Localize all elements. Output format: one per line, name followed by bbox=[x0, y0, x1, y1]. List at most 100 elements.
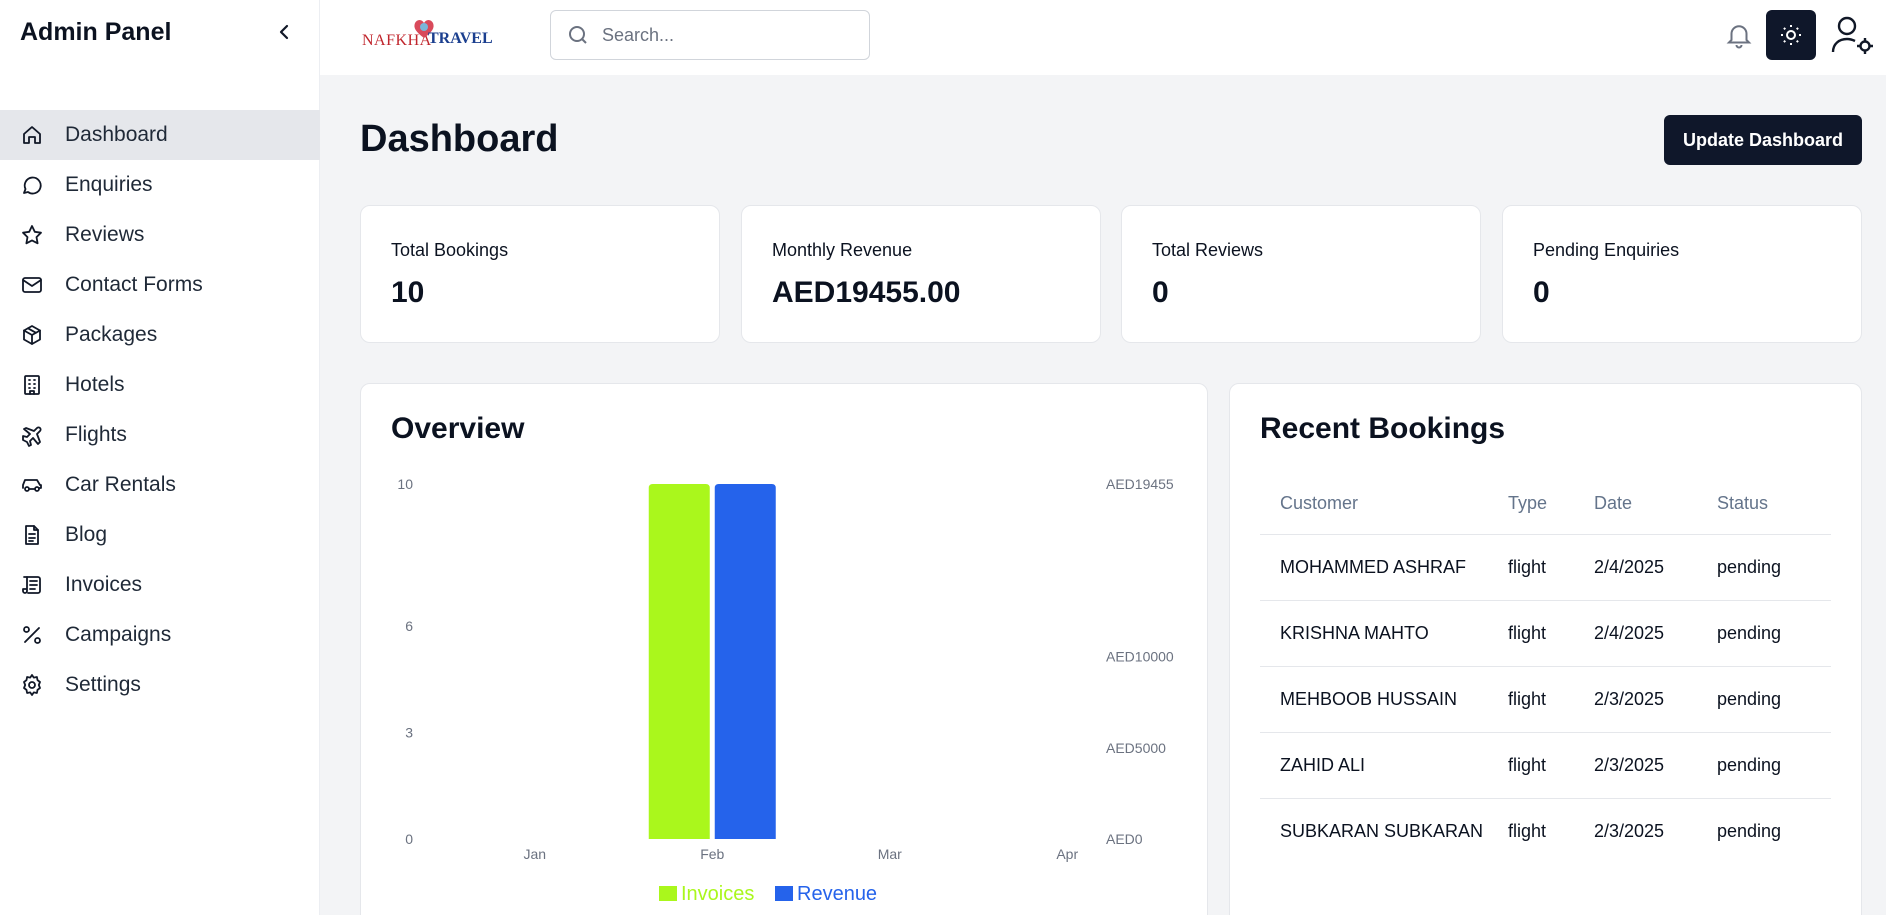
customer-cell: MOHAMMED ASHRAF bbox=[1260, 534, 1508, 601]
status-cell: pending bbox=[1717, 534, 1831, 601]
user-gear-icon bbox=[1831, 16, 1873, 54]
x-axis-tick-label: Apr bbox=[1056, 846, 1078, 862]
recent-bookings-panel: Recent Bookings Customer Type Date Statu… bbox=[1229, 383, 1862, 915]
chevron-left-icon bbox=[279, 24, 289, 40]
stat-card-total-bookings: Total Bookings 10 bbox=[360, 205, 720, 343]
column-header-customer: Customer bbox=[1260, 474, 1508, 535]
x-axis-tick-label: Mar bbox=[878, 846, 902, 862]
status-cell: pending bbox=[1717, 732, 1831, 799]
update-dashboard-button[interactable]: Update Dashboard bbox=[1664, 115, 1862, 165]
search-box[interactable] bbox=[550, 10, 870, 60]
building-icon bbox=[20, 373, 44, 397]
date-cell: 2/3/2025 bbox=[1594, 820, 1665, 841]
legend-label-invoices: Invoices bbox=[681, 883, 754, 905]
table-header-row: Customer Type Date Status bbox=[1260, 474, 1831, 535]
table-row[interactable]: MOHAMMED ASHRAF flight 2/4/2025 pending bbox=[1260, 534, 1831, 601]
car-icon bbox=[20, 473, 44, 497]
customer-cell: MEHBOOB HUSSAIN bbox=[1260, 666, 1508, 733]
sidebar-item-reviews[interactable]: Reviews bbox=[0, 210, 320, 260]
y-axis-left-tick-label: 3 bbox=[405, 725, 413, 741]
page-title: Dashboard bbox=[360, 118, 559, 160]
type-cell: flight bbox=[1508, 534, 1594, 601]
bar-revenue-feb bbox=[714, 484, 776, 839]
star-icon bbox=[20, 223, 44, 247]
sidebar-item-enquiries[interactable]: Enquiries bbox=[0, 160, 320, 210]
home-icon bbox=[20, 123, 44, 147]
type-cell: flight bbox=[1508, 666, 1594, 733]
sidebar-nav: Dashboard Enquiries Reviews Contact Forms Pa… bbox=[0, 110, 320, 710]
sidebar-item-settings[interactable]: Settings bbox=[0, 660, 320, 710]
user-menu-button[interactable] bbox=[1830, 14, 1876, 56]
percent-icon bbox=[20, 623, 44, 647]
y-axis-left-tick-label: 6 bbox=[405, 618, 413, 634]
scroll-icon bbox=[20, 573, 44, 597]
sidebar-item-flights[interactable]: Flights bbox=[0, 410, 320, 460]
sidebar-item-hotels[interactable]: Hotels bbox=[0, 360, 320, 410]
y-axis-right-tick-label: AED0 bbox=[1106, 831, 1143, 847]
package-icon bbox=[20, 323, 44, 347]
bar-invoices-feb bbox=[648, 484, 710, 839]
stat-label: Total Reviews bbox=[1152, 240, 1264, 260]
mail-icon bbox=[20, 273, 44, 297]
table-row[interactable]: KRISHNA MAHTO flight 2/4/2025 pending bbox=[1260, 600, 1831, 667]
overview-chart: 0 3 6 10 AED0 AED5000 AED10000 AED19455 Jan Feb Ma… bbox=[397, 476, 1174, 905]
stat-card-pending-enquiries: Pending Enquiries 0 bbox=[1502, 205, 1862, 343]
y-axis-right-tick-label: AED10000 bbox=[1106, 649, 1174, 665]
search-input[interactable] bbox=[602, 24, 842, 46]
plane-icon bbox=[20, 423, 44, 447]
collapse-sidebar-button[interactable] bbox=[272, 20, 296, 44]
top-bar: NAFKHA TRAVEL bbox=[320, 0, 1886, 75]
stat-value: AED19455.00 bbox=[772, 276, 961, 309]
sidebar-item-label: Car Rentals bbox=[65, 473, 176, 496]
bookings-table: Customer Type Date Status MOHAMMED ASHRA… bbox=[1260, 474, 1831, 864]
sun-icon bbox=[1781, 25, 1801, 45]
legend-swatch-revenue bbox=[775, 886, 793, 901]
sidebar-item-label: Packages bbox=[65, 323, 158, 346]
search-icon bbox=[569, 26, 587, 44]
type-cell: flight bbox=[1508, 820, 1547, 841]
overview-panel: Overview 0 3 6 10 AED0 AED5000 AED10000 AED1945… bbox=[360, 383, 1208, 915]
type-cell: flight bbox=[1508, 732, 1594, 799]
sidebar: Admin Panel Dashboard Enquiries Reviews Con… bbox=[0, 0, 320, 915]
customer-cell: KRISHNA MAHTO bbox=[1260, 600, 1508, 667]
legend-label-revenue: Revenue bbox=[797, 883, 877, 905]
stat-label: Monthly Revenue bbox=[772, 240, 913, 260]
stat-value: 0 bbox=[1533, 276, 1550, 309]
legend-swatch-invoices bbox=[659, 886, 677, 901]
column-header-type: Type bbox=[1508, 474, 1594, 535]
y-axis-left-tick-label: 0 bbox=[405, 831, 413, 847]
sidebar-item-label: Hotels bbox=[65, 373, 125, 396]
x-axis-tick-label: Jan bbox=[523, 846, 546, 862]
recent-bookings-title: Recent Bookings bbox=[1260, 412, 1506, 445]
sidebar-item-campaigns[interactable]: Campaigns bbox=[0, 610, 320, 660]
brand-logo[interactable]: NAFKHA TRAVEL bbox=[360, 18, 502, 54]
sidebar-item-dashboard[interactable]: Dashboard bbox=[0, 110, 320, 160]
sidebar-item-car-rentals[interactable]: Car Rentals bbox=[0, 460, 320, 510]
date-cell: 2/4/2025 bbox=[1594, 534, 1717, 601]
y-axis-right-tick-label: AED5000 bbox=[1106, 740, 1166, 756]
sidebar-item-label: Flights bbox=[65, 423, 127, 446]
customer-cell: ZAHID ALI bbox=[1260, 732, 1508, 799]
sidebar-item-label: Blog bbox=[65, 523, 108, 546]
status-cell: pending bbox=[1717, 820, 1782, 841]
sidebar-item-label: Contact Forms bbox=[65, 273, 203, 296]
table-row[interactable]: SUBKARAN SUBKARAN flight 2/3/2025 pending bbox=[1260, 798, 1831, 864]
sidebar-item-label: Dashboard bbox=[65, 123, 168, 146]
sidebar-item-contact-forms[interactable]: Contact Forms bbox=[0, 260, 320, 310]
table-row[interactable]: MEHBOOB HUSSAIN flight 2/3/2025 pending bbox=[1260, 666, 1831, 733]
x-axis-tick-label: Feb bbox=[700, 846, 724, 862]
theme-toggle-button[interactable] bbox=[1766, 10, 1816, 60]
status-cell: pending bbox=[1717, 666, 1831, 733]
column-header-date: Date bbox=[1594, 474, 1717, 535]
notifications-button[interactable] bbox=[1724, 20, 1754, 50]
sidebar-item-packages[interactable]: Packages bbox=[0, 310, 320, 360]
logo-text-right: TRAVEL bbox=[428, 30, 493, 47]
stat-card-total-reviews: Total Reviews 0 bbox=[1121, 205, 1481, 343]
customer-cell: SUBKARAN SUBKARAN bbox=[1280, 820, 1484, 841]
sidebar-item-invoices[interactable]: Invoices bbox=[0, 560, 320, 610]
sidebar-item-blog[interactable]: Blog bbox=[0, 510, 320, 560]
stat-label: Total Bookings bbox=[391, 240, 509, 260]
table-row[interactable]: ZAHID ALI flight 2/3/2025 pending bbox=[1260, 732, 1831, 799]
date-cell: 2/3/2025 bbox=[1594, 666, 1717, 733]
date-cell: 2/4/2025 bbox=[1594, 600, 1717, 667]
